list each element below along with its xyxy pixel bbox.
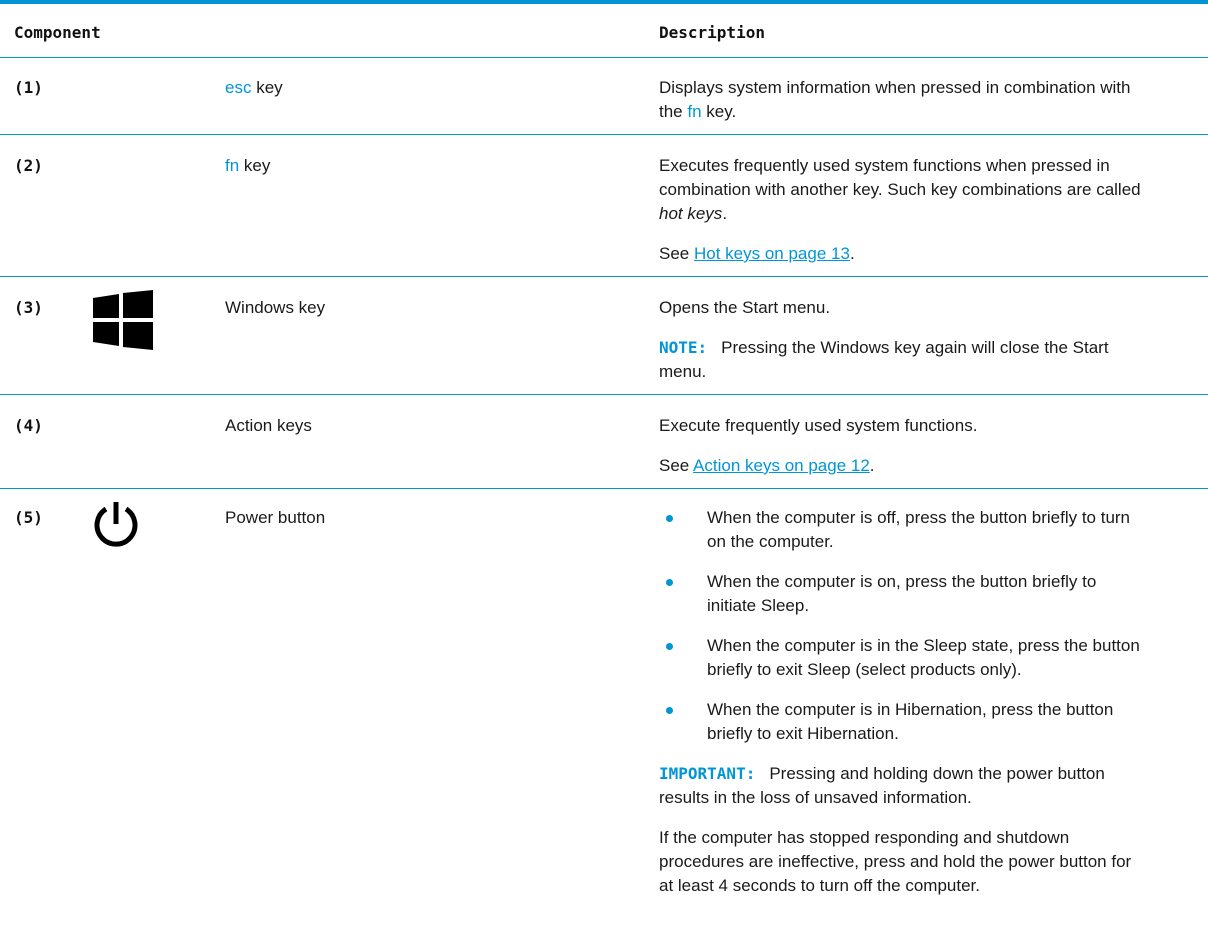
bullet-2-line-2: initiate Sleep. bbox=[707, 596, 810, 615]
row-2-see-also: See Hot keys on page 13. bbox=[659, 244, 855, 263]
bullet-marker bbox=[666, 707, 673, 714]
windows-logo-icon bbox=[93, 290, 153, 350]
row-1-number: (1) bbox=[14, 78, 43, 97]
row-2-description-line-2: combination with another key. Such key c… bbox=[659, 180, 1141, 199]
row-1-description-line-2: the fn key. bbox=[659, 102, 737, 121]
row-divider bbox=[0, 394, 1208, 395]
bullet-marker bbox=[666, 643, 673, 650]
table-top-rule bbox=[0, 0, 1208, 4]
row-divider bbox=[0, 276, 1208, 277]
row-3-note-line-1: NOTE: Pressing the Windows key again will… bbox=[659, 338, 1109, 357]
bullet-3-line-2: briefly to exit Sleep (select products o… bbox=[707, 660, 1022, 679]
row-1-component: esc key bbox=[225, 78, 283, 97]
bullet-marker bbox=[666, 515, 673, 522]
bullet-4-line-1: When the computer is in Hibernation, pre… bbox=[707, 700, 1114, 719]
bullet-1-line-2: on the computer. bbox=[707, 532, 834, 551]
action-keys-link[interactable]: Action keys on page 12 bbox=[693, 456, 870, 475]
row-4-component: Action keys bbox=[225, 416, 312, 435]
row-4-description: Execute frequently used system functions… bbox=[659, 416, 978, 435]
final-paragraph-line-2: procedures are ineffective, press and ho… bbox=[659, 852, 1132, 871]
column-header-description: Description bbox=[659, 23, 765, 42]
important-line-1: IMPORTANT: Pressing and holding down the … bbox=[659, 764, 1105, 783]
important-line-2: results in the loss of unsaved informati… bbox=[659, 788, 972, 807]
row-3-description: Opens the Start menu. bbox=[659, 298, 831, 317]
row-4-number: (4) bbox=[14, 416, 43, 435]
fn-key-label: fn bbox=[225, 156, 240, 175]
row-2-number: (2) bbox=[14, 156, 43, 175]
row-1-description-line-1: Displays system information when pressed… bbox=[659, 78, 1131, 97]
note-label: NOTE: bbox=[659, 338, 708, 357]
bullet-1-line-1: When the computer is off, press the butt… bbox=[707, 508, 1131, 527]
row-divider bbox=[0, 134, 1208, 135]
bullet-marker bbox=[666, 579, 673, 586]
row-3-component: Windows key bbox=[225, 298, 326, 317]
row-5-component: Power button bbox=[225, 508, 326, 527]
row-4-see-also: See Action keys on page 12. bbox=[659, 456, 875, 475]
important-label: IMPORTANT: bbox=[659, 764, 756, 783]
header-divider bbox=[0, 57, 1208, 58]
row-3-note-line-2: menu. bbox=[659, 362, 707, 381]
power-icon bbox=[94, 502, 138, 547]
esc-key-label: esc bbox=[225, 78, 252, 97]
hot-keys-link[interactable]: Hot keys on page 13 bbox=[694, 244, 850, 263]
row-3-number: (3) bbox=[14, 298, 43, 317]
row-5-number: (5) bbox=[14, 508, 43, 527]
bullet-4-line-2: briefly to exit Hibernation. bbox=[707, 724, 899, 743]
fn-key-label: fn bbox=[687, 102, 702, 121]
final-paragraph-line-3: at least 4 seconds to turn off the compu… bbox=[659, 876, 980, 895]
bullet-2-line-1: When the computer is on, press the butto… bbox=[707, 572, 1097, 591]
row-2-description-line-3: hot keys. bbox=[659, 204, 728, 223]
bullet-3-line-1: When the computer is in the Sleep state,… bbox=[707, 636, 1140, 655]
final-paragraph-line-1: If the computer has stopped responding a… bbox=[659, 828, 1070, 847]
row-2-description-line-1: Executes frequently used system function… bbox=[659, 156, 1110, 175]
row-2-component: fn key bbox=[225, 156, 271, 175]
column-header-component: Component bbox=[14, 23, 101, 42]
row-divider bbox=[0, 488, 1208, 489]
